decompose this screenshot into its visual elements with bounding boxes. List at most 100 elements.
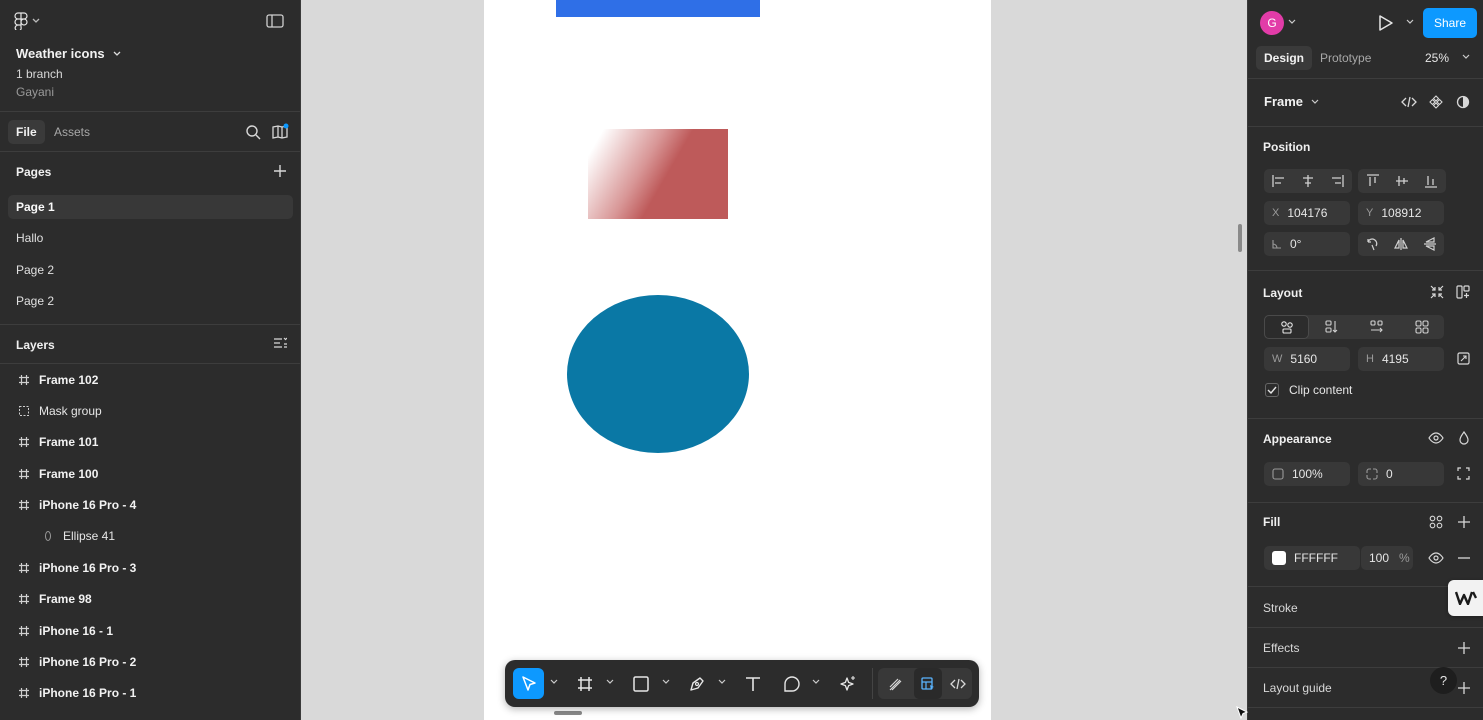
draw-mode-button[interactable] [882,668,910,699]
gradient-rectangle-shape[interactable] [588,129,728,219]
y-position-field[interactable]: Y 108912 [1358,201,1444,225]
help-button[interactable]: ? [1430,667,1457,694]
ai-actions-button[interactable] [832,668,863,699]
layer-item[interactable]: Frame 102 [0,366,300,394]
flip-vertical-button[interactable] [1415,232,1444,256]
artboard-frame[interactable] [484,0,991,720]
move-tool-button[interactable] [513,668,544,699]
clip-content-checkbox[interactable] [1265,383,1279,397]
tab-design[interactable]: Design [1256,46,1313,70]
layer-item[interactable]: iPhone 16 - 1 [0,617,300,645]
chevron-down-icon[interactable] [812,679,820,685]
selection-type-dropdown[interactable]: Frame [1264,94,1319,109]
share-button[interactable]: Share [1423,8,1477,38]
main-menu-button[interactable] [14,12,40,30]
present-button[interactable] [1378,14,1394,32]
tab-prototype[interactable]: Prototype [1312,46,1379,70]
dev-mode-button[interactable] [944,668,972,699]
fill-color-swatch[interactable] [1272,551,1286,565]
freeform-layout-button[interactable] [1264,315,1309,339]
chevron-down-icon[interactable] [550,679,558,685]
chevron-down-icon[interactable] [718,679,726,685]
design-mode-button[interactable] [914,668,942,699]
align-top-button[interactable] [1358,169,1387,193]
align-right-button[interactable] [1322,169,1351,193]
plus-icon[interactable] [1457,681,1471,695]
frame-tool-button[interactable] [569,668,600,699]
rotation-field[interactable]: 0° [1264,232,1350,256]
independent-corners-icon[interactable] [1457,467,1470,480]
align-left-button[interactable] [1264,169,1293,193]
search-button[interactable] [245,124,261,140]
opacity-field[interactable]: 100% [1264,462,1350,486]
plugin-widget-button[interactable] [1448,580,1483,616]
layer-item[interactable]: Frame 101 [0,428,300,456]
grid-layout-icon[interactable] [1456,285,1470,299]
align-center-h-button[interactable] [1293,169,1322,193]
chevron-down-icon[interactable] [1462,54,1470,60]
rectangle-tool-button[interactable] [625,668,656,699]
x-position-field[interactable]: X 104176 [1264,201,1350,225]
text-tool-button[interactable] [737,668,768,699]
library-button[interactable] [271,123,289,141]
comment-tool-button[interactable] [776,668,807,699]
tab-file[interactable]: File [8,120,45,144]
resize-to-fit-icon[interactable] [1457,352,1470,365]
component-icon[interactable] [1429,95,1443,109]
ellipse-shape[interactable] [567,295,749,453]
rotate-button[interactable] [1358,232,1387,256]
flip-horizontal-button[interactable] [1387,232,1416,256]
zoom-level[interactable]: 25% [1425,51,1449,65]
file-title-dropdown[interactable]: Weather icons [16,46,121,61]
vertical-autolayout-button[interactable] [1309,315,1354,339]
horizontal-scrollbar[interactable] [554,711,582,715]
layer-item[interactable]: iPhone 16 Pro - 3 [0,554,300,582]
page-item[interactable]: Hallo [8,226,293,250]
clip-content-toggle[interactable]: Clip content [1265,383,1352,397]
chevron-down-icon[interactable] [1406,19,1414,25]
eye-icon[interactable] [1428,432,1444,444]
rotation-value: 0° [1290,237,1302,251]
layer-item[interactable]: Frame 98 [0,585,300,613]
add-page-button[interactable] [273,164,287,178]
avatar[interactable]: G [1260,11,1284,35]
grid-autolayout-button[interactable] [1399,315,1444,339]
layer-item[interactable]: Frame 100 [0,460,300,488]
chevron-down-icon[interactable] [662,679,670,685]
vertical-scrollbar[interactable] [1238,224,1242,252]
canvas[interactable] [301,0,1247,720]
page-item[interactable]: Page 1 [8,195,293,219]
layer-item[interactable]: Ellipse 41 [0,522,300,550]
toggle-sidebar-button[interactable] [266,13,284,29]
pen-tool-button[interactable] [681,668,712,699]
drop-icon[interactable] [1458,431,1470,445]
contrast-icon[interactable] [1456,95,1470,109]
code-icon[interactable] [1401,95,1417,109]
tab-assets[interactable]: Assets [46,120,98,144]
width-field[interactable]: W 5160 [1264,347,1350,371]
horizontal-autolayout-button[interactable] [1354,315,1399,339]
layer-item[interactable]: iPhone 16 Pro - 4 [0,491,300,519]
page-item[interactable]: Page 2 [8,289,293,313]
align-middle-button[interactable] [1387,169,1416,193]
plus-icon[interactable] [1457,515,1471,529]
chevron-down-icon[interactable] [606,679,614,685]
collapse-icon[interactable] [1430,285,1444,299]
blue-rectangle-shape[interactable] [556,0,760,17]
plus-icon[interactable] [1457,641,1471,655]
minus-icon[interactable] [1457,557,1471,559]
fill-color-field[interactable]: FFFFFF [1264,546,1360,570]
styles-grid-icon[interactable] [1429,515,1443,529]
layer-item[interactable]: iPhone 16 Pro - 2 [0,648,300,676]
fill-opacity-field[interactable]: 100 % [1361,546,1413,570]
branch-link[interactable]: 1 branch [16,67,63,81]
layer-item[interactable]: iPhone 16 Pro - 1 [0,679,300,707]
align-bottom-button[interactable] [1416,169,1445,193]
height-field[interactable]: H 4195 [1358,347,1444,371]
page-item[interactable]: Page 2 [8,258,293,282]
chevron-down-icon[interactable] [1288,19,1296,25]
eye-icon[interactable] [1428,552,1444,564]
layers-options-button[interactable] [273,337,287,349]
corner-radius-field[interactable]: 0 [1358,462,1444,486]
layer-item[interactable]: Mask group [0,397,300,425]
